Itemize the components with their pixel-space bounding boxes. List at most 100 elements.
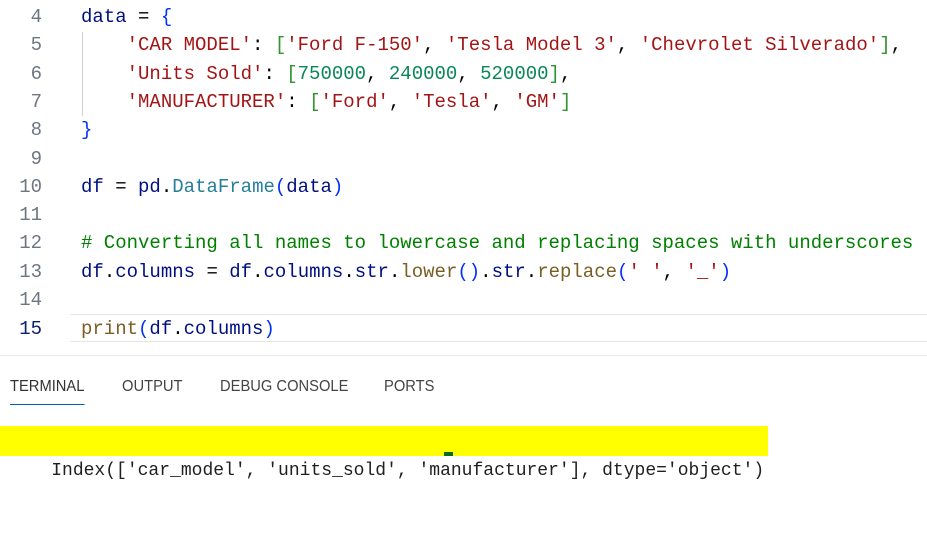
code-token: ] — [879, 34, 891, 57]
code-token: . — [525, 260, 538, 283]
code-token: ) — [719, 260, 732, 283]
code-line[interactable]: 6 'Units Sold': [750000, 240000, 520000]… — [0, 60, 927, 88]
code-token: : — [252, 34, 275, 57]
terminal-output[interactable]: Index(['car_model', 'units_sold', 'manuf… — [0, 426, 769, 481]
line-number: 8 — [30, 119, 42, 142]
code-line[interactable]: 7 'MANUFACTURER': ['Ford', 'Tesla', 'GM'… — [0, 88, 927, 116]
code-token: columns — [115, 260, 196, 283]
line-code: 'MANUFACTURER': ['Ford', 'Tesla', 'GM'] — [81, 88, 572, 116]
code-token: str — [491, 260, 526, 283]
code-token: () — [457, 260, 481, 283]
line-code: 'CAR MODEL': ['Ford F-150', 'Tesla Model… — [81, 31, 902, 59]
tab-debug-console[interactable]: DEBUG CONSOLE — [220, 378, 348, 404]
line-code: data = { — [81, 3, 172, 31]
code-token: 'Tesla Model 3' — [445, 34, 617, 57]
line-number: 11 — [19, 204, 42, 227]
code-token: , — [423, 34, 446, 57]
code-token: DataFrame — [172, 175, 275, 198]
line-number: 15 — [19, 318, 42, 341]
code-line[interactable]: 10 df = pd.DataFrame(data) — [0, 173, 927, 201]
terminal-cursor — [444, 452, 453, 456]
code-line[interactable]: 5 'CAR MODEL': ['Ford F-150', 'Tesla Mod… — [0, 31, 927, 59]
line-number: 9 — [30, 147, 42, 170]
code-token: 240000 — [388, 62, 458, 85]
code-token: 'GM' — [514, 90, 560, 113]
code-token: = — [126, 6, 161, 28]
code-editor[interactable]: 4 data = {5 'CAR MODEL': ['Ford F-150', '… — [0, 0, 927, 350]
code-token: replace — [537, 260, 618, 283]
code-token: : — [286, 90, 310, 113]
code-token: : — [263, 62, 287, 85]
code-line[interactable]: 9 — [0, 145, 927, 173]
code-token: 'CAR MODEL' — [126, 34, 253, 57]
code-line[interactable]: 15 print(df.columns) — [19, 314, 927, 343]
code-token: ] — [548, 62, 560, 85]
code-token: pd — [138, 175, 161, 198]
code-token: data — [286, 175, 332, 198]
code-token: lower — [400, 260, 458, 283]
code-token: , — [388, 90, 412, 113]
code-token: } — [81, 119, 93, 142]
line-number: 14 — [19, 289, 42, 311]
code-token: ) — [263, 318, 275, 341]
tab-output[interactable]: OUTPUT — [122, 378, 183, 404]
code-token: , — [890, 34, 902, 57]
code-token: ( — [138, 318, 150, 341]
line-number: 13 — [19, 260, 42, 283]
code-token: columns — [263, 260, 344, 283]
code-token: 'Ford F-150' — [286, 34, 424, 57]
tab-terminal[interactable]: TERMINAL — [10, 378, 85, 405]
line-code: df = pd.DataFrame(data) — [81, 173, 343, 201]
code-token: = — [103, 175, 139, 198]
code-token: columns — [183, 318, 264, 341]
code-token: 'Units Sold' — [126, 62, 264, 85]
code-token: 750000 — [297, 62, 367, 85]
line-code: print(df.columns) — [81, 315, 275, 343]
bottom-panel: TERMINAL OUTPUT DEBUG CONSOLE PORTS Inde… — [0, 355, 927, 481]
code-token: 'Ford' — [320, 90, 389, 113]
tab-ports[interactable]: PORTS — [384, 378, 434, 404]
code-token: 'Tesla' — [411, 90, 492, 113]
code-token: . — [172, 318, 184, 341]
code-token: df — [81, 260, 104, 283]
code-token: ] — [559, 90, 572, 113]
code-token: df — [229, 260, 253, 283]
line-number: 7 — [30, 90, 42, 113]
code-token: . — [388, 260, 401, 283]
code-line[interactable]: 4 data = { — [0, 3, 927, 31]
code-token: . — [480, 260, 492, 283]
code-token: df — [149, 318, 173, 341]
code-line[interactable]: 13 df.columns = df.columns.str.lower().st… — [0, 258, 927, 286]
code-token: . — [103, 260, 116, 283]
line-number: 5 — [30, 34, 42, 57]
code-token: = — [195, 260, 230, 283]
code-line[interactable]: 12 # Converting all names to lowercase an… — [0, 229, 927, 257]
code-token: print — [81, 318, 139, 341]
code-token: { — [160, 6, 173, 28]
terminal-output-text: Index(['car_model', 'units_sold', 'manuf… — [51, 461, 765, 481]
code-token: [ — [286, 62, 298, 85]
code-token: [ — [274, 34, 287, 57]
code-token: '_' — [685, 260, 720, 283]
code-token: . — [160, 175, 173, 198]
code-token: [ — [309, 90, 321, 113]
code-token: , — [616, 34, 640, 57]
code-token: str — [354, 260, 389, 283]
line-number: 6 — [30, 62, 42, 85]
line-number: 4 — [30, 6, 42, 28]
code-token: . — [252, 260, 264, 283]
code-line[interactable]: 14 — [0, 286, 927, 314]
code-token: 'Chevrolet Silverado' — [639, 34, 880, 57]
code-token: , — [491, 90, 515, 113]
code-token: , — [559, 62, 572, 85]
code-token: ( — [617, 260, 629, 283]
code-token: ( — [274, 175, 287, 198]
code-line[interactable]: 8} — [0, 116, 927, 144]
code-token: , — [457, 62, 481, 85]
code-line[interactable]: 11 — [0, 201, 927, 229]
line-code: # Converting all names to lowercase and … — [81, 229, 913, 257]
code-token: ) — [331, 175, 344, 198]
